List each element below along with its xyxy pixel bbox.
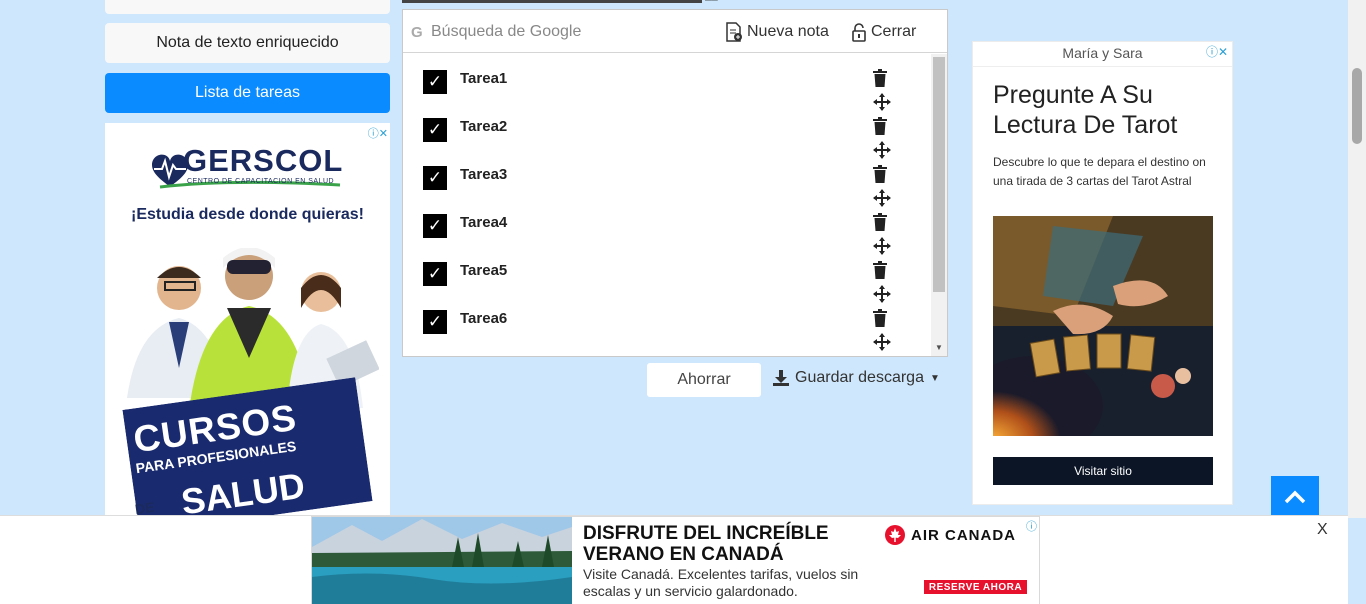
maple-leaf-icon <box>885 525 905 545</box>
task-label[interactable]: Tarea6 <box>460 310 507 327</box>
lake-landscape-image <box>312 517 572 604</box>
task-label[interactable]: Tarea4 <box>460 214 507 231</box>
task-label[interactable]: Tarea5 <box>460 262 507 279</box>
ad-choices-icon[interactable]: ⓘ✕ <box>368 125 388 141</box>
tarot-image[interactable] <box>993 216 1213 436</box>
trash-icon[interactable] <box>873 213 887 231</box>
save-download-dropdown[interactable]: Guardar descarga ▼ <box>773 366 940 390</box>
task-list-panel: G Nueva nota Cerrar ✓ Tarea1 ✓ Tarea2 ✓ Tarea… <box>402 9 948 357</box>
sidebar-item-label: Lista de tareas <box>195 84 300 101</box>
task-list: ✓ Tarea1 ✓ Tarea2 ✓ Tarea3 ✓ Tarea4 ✓ Tarea5 ✓ Tare… <box>403 54 931 356</box>
reserve-label: RESERVE AHORA <box>928 581 1023 593</box>
task-label[interactable]: Tarea2 <box>460 118 507 135</box>
sidebar-item-task-list[interactable]: Lista de tareas <box>105 73 390 113</box>
scroll-down-arrow-icon[interactable]: ▼ <box>935 343 943 352</box>
task-row: ✓ Tarea6 <box>403 300 931 351</box>
air-canada-logo: AIR CANADA <box>885 525 1016 545</box>
task-row: ✓ Tarea1 <box>403 60 931 111</box>
gerscol-subtitle: CENTRO DE CAPACITACION EN SALUD <box>187 178 335 185</box>
back-to-top-button[interactable] <box>1271 476 1319 518</box>
close-label: Cerrar <box>871 23 917 40</box>
page-scrollbar[interactable] <box>1348 0 1366 518</box>
ad-choices-icon[interactable]: ⓘ <box>1026 518 1037 534</box>
lock-icon <box>852 23 866 42</box>
airline-name: AIR CANADA <box>911 526 1016 544</box>
bottom-ad-bar: DISFRUTE DEL INCREÍBLE VERANO EN CANADÁ … <box>0 515 1348 604</box>
task-label[interactable]: Tarea3 <box>460 166 507 183</box>
task-checkbox[interactable]: ✓ <box>423 118 447 142</box>
ad-description: Visite Canadá. Excelentes tarifas, vuelo… <box>583 566 859 599</box>
visit-site-button[interactable]: Visitar sitio <box>993 457 1213 485</box>
reserve-now-button[interactable]: RESERVE AHORA <box>924 580 1027 594</box>
task-row: ✓ Tarea5 <box>403 252 931 303</box>
tab-underline <box>402 0 702 3</box>
task-label[interactable]: Tarea1 <box>460 70 507 87</box>
task-list-scrollbar[interactable]: ▼ <box>931 54 947 356</box>
download-icon <box>773 370 789 386</box>
page-scrollbar-thumb[interactable] <box>1352 68 1362 144</box>
trash-icon[interactable] <box>873 165 887 183</box>
left-advertisement[interactable]: ⓘ✕ GERSCOL CENTRO DE CAPACITACION EN SAL… <box>105 123 390 518</box>
gerscol-brand: GERSCOL <box>183 143 344 178</box>
right-advertisement[interactable]: María y Sara ⓘ✕ Pregunte A Su Lectura De… <box>972 41 1233 505</box>
new-note-icon <box>726 22 742 42</box>
caret-down-icon: ▼ <box>929 372 940 384</box>
trash-icon[interactable] <box>873 309 887 327</box>
sidebar-item-top[interactable] <box>105 0 390 14</box>
visit-site-label: Visitar sitio <box>1074 464 1132 478</box>
ad-headline[interactable]: Pregunte A Su Lectura De Tarot <box>993 80 1213 140</box>
ad-description: Descubre lo que te depara el destino on … <box>993 155 1206 188</box>
google-search-input[interactable] <box>431 18 711 46</box>
task-checkbox[interactable]: ✓ <box>423 262 447 286</box>
task-checkbox[interactable]: ✓ <box>423 166 447 190</box>
ad-slogan: ¡Estudia desde donde quieras! <box>131 206 364 223</box>
task-row: ✓ Tarea2 <box>403 108 931 159</box>
note-toolbar: G Nueva nota Cerrar <box>403 10 947 53</box>
air-canada-advertisement[interactable]: DISFRUTE DEL INCREÍBLE VERANO EN CANADÁ … <box>311 516 1040 604</box>
save-button[interactable]: Ahorrar <box>647 363 761 397</box>
ad-title: DISFRUTE DEL INCREÍBLE VERANO EN CANADÁ <box>583 523 829 565</box>
sidebar-item-label: Nota de texto enriquecido <box>156 34 339 51</box>
close-ad-button[interactable]: X <box>1317 521 1328 539</box>
move-icon[interactable] <box>873 333 891 351</box>
task-row: ✓ Tarea3 <box>403 156 931 207</box>
save-download-label: Guardar descarga <box>795 369 924 386</box>
task-checkbox[interactable]: ✓ <box>423 310 447 334</box>
new-note-button[interactable]: Nueva nota <box>725 18 829 46</box>
trash-icon[interactable] <box>873 117 887 135</box>
ad-choices-icon[interactable]: ⓘ✕ <box>1206 43 1228 60</box>
new-note-label: Nueva nota <box>747 23 829 40</box>
task-checkbox[interactable]: ✓ <box>423 70 447 94</box>
close-button[interactable]: Cerrar <box>851 18 916 46</box>
scrollbar-thumb[interactable] <box>933 57 945 292</box>
save-label: Ahorrar <box>677 371 731 388</box>
ad-brand: María y Sara <box>1062 45 1143 61</box>
ad-divider <box>973 66 1232 67</box>
tab-icon[interactable]: ▀▀ <box>705 0 727 4</box>
google-icon: G <box>411 24 423 41</box>
trash-icon[interactable] <box>873 69 887 87</box>
sidebar-item-rich-text-note[interactable]: Nota de texto enriquecido <box>105 23 390 63</box>
trash-icon[interactable] <box>873 261 887 279</box>
task-checkbox[interactable]: ✓ <box>423 214 447 238</box>
chevron-up-icon <box>1284 490 1306 504</box>
task-row: ✓ Tarea4 <box>403 204 931 255</box>
